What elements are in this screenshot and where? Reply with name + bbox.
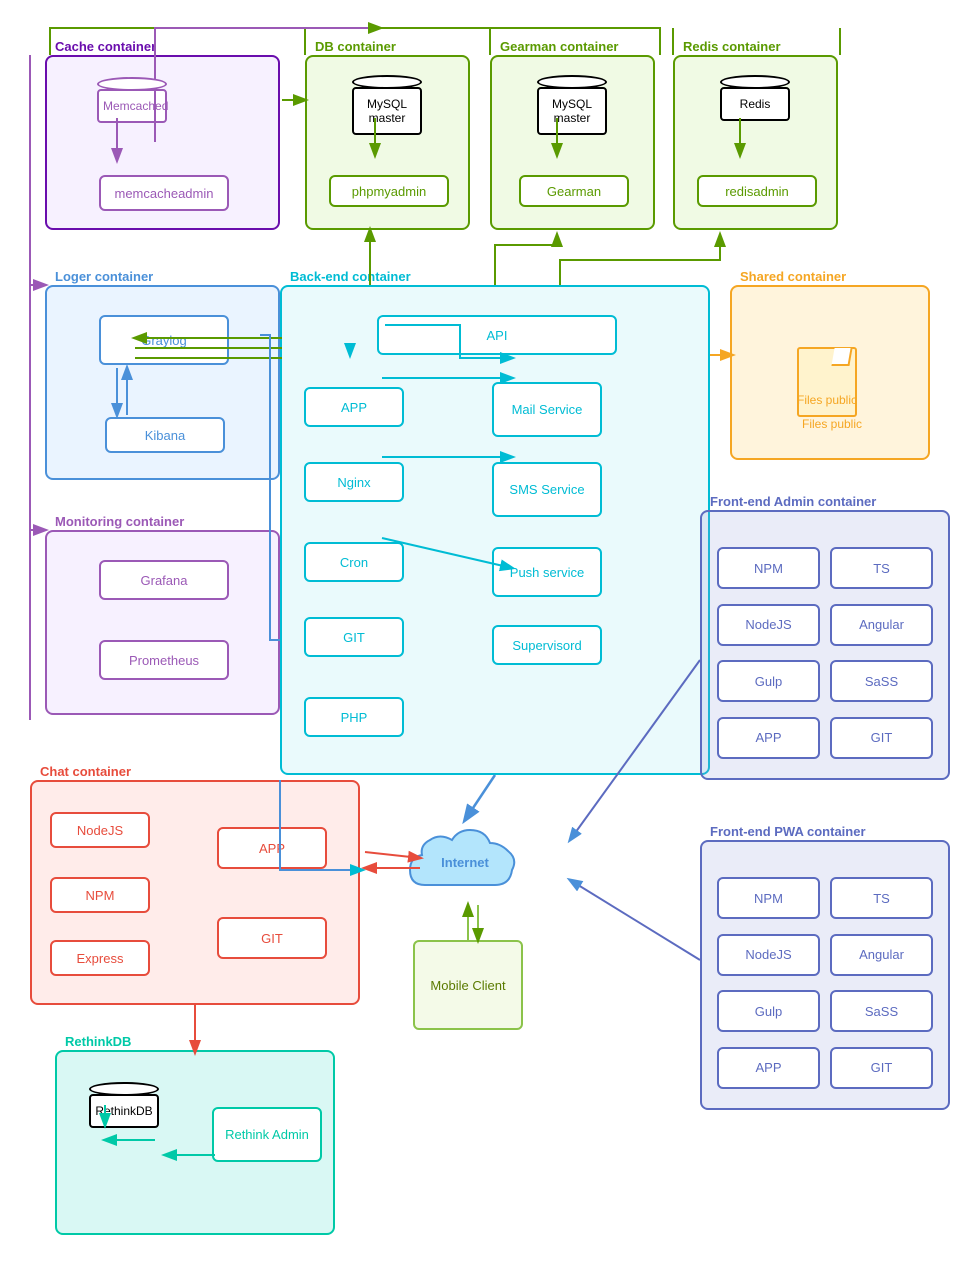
shared-container: Shared container Files public Files publ… <box>730 285 930 460</box>
kibana-node: Kibana <box>105 417 225 453</box>
supervisord-node: Supervisord <box>492 625 602 665</box>
nginx-node: Nginx <box>304 462 404 502</box>
cron-node: Cron <box>304 542 404 582</box>
fe-pwa-app: APP <box>717 1047 820 1089</box>
svg-text:Internet: Internet <box>441 855 489 870</box>
chat-git-node: GIT <box>217 917 327 959</box>
gearman-container-label: Gearman container <box>500 39 619 54</box>
fe-pwa-git: GIT <box>830 1047 933 1089</box>
fe-admin-grid: NPM TS NodeJS Angular Gulp SaSS APP GIT <box>702 512 948 778</box>
fe-admin-angular: Angular <box>830 604 933 646</box>
cache-container: Cache container Memcached memcacheadmin <box>45 55 280 230</box>
files-label: Files public <box>792 417 872 431</box>
chat-npm-node: NPM <box>50 877 150 913</box>
mysql-master-gearman-node: MySQL master <box>537 75 607 135</box>
mobile-client-node: Mobile Client <box>413 940 523 1030</box>
redisadmin-node: redisadmin <box>697 175 817 207</box>
cache-container-label: Cache container <box>55 39 156 54</box>
fe-admin-sass: SaSS <box>830 660 933 702</box>
fe-admin-git: GIT <box>830 717 933 759</box>
chat-container: Chat container NodeJS NPM Express APP GI… <box>30 780 360 1005</box>
chat-express-node: Express <box>50 940 150 976</box>
fe-pwa-angular: Angular <box>830 934 933 976</box>
gearman-node: Gearman <box>519 175 629 207</box>
mysql-master-db-node: MySQL master <box>352 75 422 135</box>
fe-pwa-nodejs: NodeJS <box>717 934 820 976</box>
php-node: PHP <box>304 697 404 737</box>
fe-pwa-gulp: Gulp <box>717 990 820 1032</box>
rethink-admin-node: Rethink Admin <box>212 1107 322 1162</box>
fe-admin-container-label: Front-end Admin container <box>710 494 876 509</box>
monitoring-container: Monitoring container Grafana Prometheus <box>45 530 280 715</box>
app-backend-node: APP <box>304 387 404 427</box>
redis-container: Redis container Redis redisadmin <box>673 55 838 230</box>
fe-pwa-npm: NPM <box>717 877 820 919</box>
prometheus-node: Prometheus <box>99 640 229 680</box>
fe-pwa-ts: TS <box>830 877 933 919</box>
files-public-node: Files public <box>792 307 872 417</box>
gearman-container: Gearman container MySQL master Gearman <box>490 55 655 230</box>
grafana-node: Grafana <box>99 560 229 600</box>
backend-container: Back-end container API APP Mail Service … <box>280 285 710 775</box>
shared-container-label: Shared container <box>740 269 846 284</box>
backend-container-label: Back-end container <box>290 269 411 284</box>
memcached-node: Memcached <box>97 77 167 123</box>
sms-service-node: SMS Service <box>492 462 602 517</box>
monitoring-container-label: Monitoring container <box>55 514 184 529</box>
git-backend-node: GIT <box>304 617 404 657</box>
api-node: API <box>377 315 617 355</box>
fe-pwa-container: Front-end PWA container NPM TS NodeJS An… <box>700 840 950 1110</box>
redis-node: Redis <box>720 75 790 121</box>
graylog-node: Graylog <box>99 315 229 365</box>
fe-admin-nodejs: NodeJS <box>717 604 820 646</box>
db-container-label: DB container <box>315 39 396 54</box>
fe-admin-ts: TS <box>830 547 933 589</box>
architecture-diagram: Cache container Memcached memcacheadmin … <box>0 0 979 1277</box>
internet-node: Internet <box>400 815 530 905</box>
mail-service-node: Mail Service <box>492 382 602 437</box>
db-container: DB container MySQL master phpmyadmin <box>305 55 470 230</box>
fe-admin-gulp: Gulp <box>717 660 820 702</box>
fe-pwa-container-label: Front-end PWA container <box>710 824 866 839</box>
rethinkdb-container: RethinkDB RethinkDB Rethink Admin <box>55 1050 335 1235</box>
chat-nodejs-node: NodeJS <box>50 812 150 848</box>
push-service-node: Push service <box>492 547 602 597</box>
redis-container-label: Redis container <box>683 39 781 54</box>
phpmyadmin-node: phpmyadmin <box>329 175 449 207</box>
chat-container-label: Chat container <box>40 764 131 779</box>
memcacheadmin-node: memcacheadmin <box>99 175 229 211</box>
fe-admin-container: Front-end Admin container NPM TS NodeJS … <box>700 510 950 780</box>
chat-app-node: APP <box>217 827 327 869</box>
rethinkdb-container-label: RethinkDB <box>65 1034 131 1049</box>
fe-admin-npm: NPM <box>717 547 820 589</box>
fe-pwa-grid: NPM TS NodeJS Angular Gulp SaSS APP GIT <box>702 842 948 1108</box>
fe-admin-app: APP <box>717 717 820 759</box>
logger-container: Loger container Graylog Kibana <box>45 285 280 480</box>
rethinkdb-db-node: RethinkDB <box>89 1082 159 1128</box>
fe-pwa-sass: SaSS <box>830 990 933 1032</box>
logger-container-label: Loger container <box>55 269 153 284</box>
